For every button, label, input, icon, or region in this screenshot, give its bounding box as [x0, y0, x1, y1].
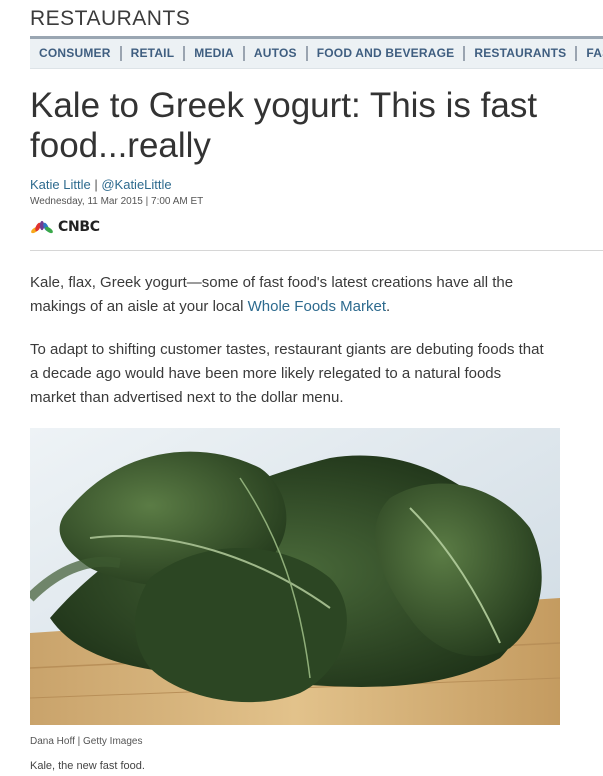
- section-title: RESTAURANTS: [30, 7, 191, 30]
- photo-credit: Dana Hoff | Getty Images: [30, 736, 143, 747]
- article-headline: Kale to Greek yogurt: This is fast food.…: [30, 86, 538, 165]
- cnbc-logo[interactable]: CNBC: [30, 218, 100, 236]
- article-paragraph-1: Kale, flax, Greek yogurt—some of fast fo…: [30, 271, 550, 319]
- nav-item-media[interactable]: MEDIA: [185, 46, 245, 61]
- author-link[interactable]: Katie Little: [30, 177, 91, 192]
- nav-item-autos[interactable]: AUTOS: [245, 46, 308, 61]
- category-navbar: CONSUMER RETAIL MEDIA AUTOS FOOD AND BEVERAG…: [30, 39, 603, 69]
- nav-item-fashion[interactable]: FASHION: [577, 46, 603, 61]
- byline-separator: |: [94, 177, 98, 192]
- publish-date: Wednesday, 11 Mar 2015 | 7:00 AM ET: [30, 196, 204, 207]
- cnbc-logo-text: CNBC: [58, 219, 100, 235]
- article-paragraph-2: To adapt to shifting customer tastes, re…: [30, 341, 544, 406]
- nav-item-consumer[interactable]: CONSUMER: [30, 46, 122, 61]
- photo-caption: Kale, the new fast food.: [30, 760, 145, 772]
- peacock-logo-icon: [31, 220, 53, 235]
- whole-foods-link[interactable]: Whole Foods Market: [248, 298, 386, 315]
- nav-item-retail[interactable]: RETAIL: [122, 46, 186, 61]
- nav-item-food-and-beverage[interactable]: FOOD AND BEVERAGE: [308, 46, 466, 61]
- byline: Katie Little | @KatieLittle: [30, 177, 172, 192]
- paragraph-1-end: .: [386, 298, 391, 315]
- kale-photo: [30, 428, 560, 725]
- author-twitter-link[interactable]: @KatieLittle: [101, 177, 171, 192]
- article-photo: [30, 428, 560, 725]
- header-divider: [30, 250, 603, 251]
- nav-item-restaurants[interactable]: RESTAURANTS: [465, 46, 578, 61]
